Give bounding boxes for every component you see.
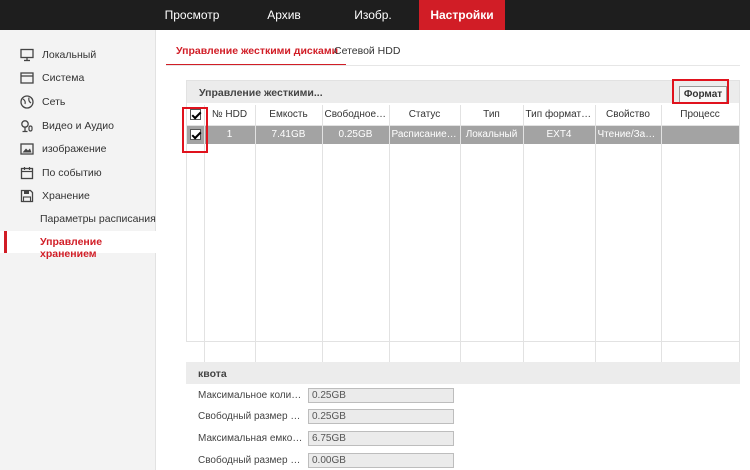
sidebar-item-label: Хранение	[42, 190, 90, 202]
sidebar-item-label: Система	[42, 72, 85, 84]
sidebar-item-storage[interactable]: Хранение	[0, 185, 156, 207]
tab-hdd-management[interactable]: Управление жесткими дисками	[166, 40, 347, 66]
column-header: Тип форматир...	[523, 105, 596, 126]
table-cell: 0.25GB	[322, 125, 390, 144]
hdd-panel-title: Управление жесткими...	[199, 87, 323, 99]
format-highlight-box	[672, 79, 729, 104]
quota-field: Максимальное колич. К... 0.25GB	[198, 388, 458, 404]
sidebar-subitem-label: Управление хранением	[40, 236, 103, 260]
column-header: Емкость	[255, 105, 323, 126]
sidebar-item-label: Видео и Аудио	[42, 120, 114, 132]
calendar-icon	[20, 167, 34, 180]
sidebar-item-video-audio[interactable]: Видео и Аудио	[0, 115, 156, 137]
quota-field-label: Максимальное колич. К...	[198, 390, 304, 401]
table-cell	[661, 125, 740, 144]
table-cell: EXT4	[523, 125, 596, 144]
sidebar-subitem-label: Параметры расписания	[40, 213, 156, 225]
system-icon	[20, 72, 34, 84]
monitor-icon	[20, 48, 34, 62]
nav-archive[interactable]: Архив	[239, 0, 329, 30]
table-row[interactable]: 1 7.41GB 0.25GB Расписание за... Локальн…	[187, 125, 740, 144]
sidebar-item-label: Сеть	[42, 96, 66, 108]
table-cell: Чтение/Запись	[595, 125, 662, 144]
quota-field-value[interactable]: 6.75GB	[308, 431, 454, 446]
quota-field-value[interactable]: 0.25GB	[308, 409, 454, 424]
hdd-panel-header: Управление жесткими...	[187, 81, 739, 103]
hdd-table: № HDD Емкость Свободное м... Статус Тип …	[187, 105, 740, 362]
table-empty-area	[187, 144, 740, 362]
sidebar-subitem-schedule-settings[interactable]: Параметры расписания	[0, 208, 156, 230]
table-cell: 7.41GB	[255, 125, 323, 144]
table-header-row: № HDD Емкость Свободное м... Статус Тип …	[187, 105, 740, 126]
quota-field-label: Свободный размер для...	[198, 455, 304, 466]
hdd-panel: Управление жесткими... Формат № HDD Емко…	[186, 80, 740, 362]
sidebar: Локальный Система Сеть Видео и Аудио изо…	[0, 30, 156, 470]
sidebar-item-label: По событию	[42, 167, 102, 179]
table-cell: Расписание за...	[389, 125, 461, 144]
column-header: Свойство	[595, 105, 662, 126]
tab-divider	[166, 65, 740, 66]
column-header: Свободное м...	[322, 105, 390, 126]
column-header: Тип	[460, 105, 524, 126]
column-header: Статус	[389, 105, 461, 126]
quota-field: Максимальная емкость... 6.75GB	[198, 431, 458, 447]
quota-field-value[interactable]: 0.00GB	[308, 453, 454, 468]
camera-mic-icon	[21, 120, 33, 133]
table-cell: 1	[204, 125, 256, 144]
save-icon	[20, 189, 34, 203]
tab-network-hdd[interactable]: Сетевой HDD	[334, 40, 400, 66]
quota-header: квота	[186, 362, 740, 384]
top-nav: Просмотр Архив Изобр. Настройки	[145, 0, 505, 30]
sidebar-item-local[interactable]: Локальный	[0, 44, 156, 66]
nav-live-view[interactable]: Просмотр	[145, 0, 239, 30]
column-header: № HDD	[204, 105, 256, 126]
quota-field: Свободный размер для... 0.25GB	[198, 409, 458, 425]
sidebar-item-event[interactable]: По событию	[0, 162, 156, 184]
sidebar-item-label: изображение	[42, 143, 107, 155]
image-icon	[20, 143, 34, 155]
checkbox-highlight-box	[182, 107, 208, 153]
sidebar-item-label: Локальный	[42, 49, 97, 61]
quota-title: квота	[198, 368, 227, 380]
quota-field-label: Максимальная емкость...	[198, 433, 304, 444]
nav-settings[interactable]: Настройки	[419, 0, 505, 30]
globe-icon	[20, 95, 34, 109]
sidebar-subitem-storage-management[interactable]: Управление хранением	[0, 231, 156, 260]
sidebar-item-image[interactable]: изображение	[0, 138, 156, 160]
quota-field: Свободный размер для... 0.00GB	[198, 453, 458, 469]
active-indicator	[4, 231, 7, 253]
quota-field-value[interactable]: 0.25GB	[308, 388, 454, 403]
sidebar-item-network[interactable]: Сеть	[0, 91, 156, 113]
table-cell: Локальный	[460, 125, 524, 144]
quota-field-label: Свободный размер для...	[198, 411, 304, 422]
top-bar: Просмотр Архив Изобр. Настройки	[0, 0, 750, 30]
column-header: Процесс	[661, 105, 740, 126]
nav-picture[interactable]: Изобр.	[329, 0, 417, 30]
sidebar-item-system[interactable]: Система	[0, 67, 156, 89]
